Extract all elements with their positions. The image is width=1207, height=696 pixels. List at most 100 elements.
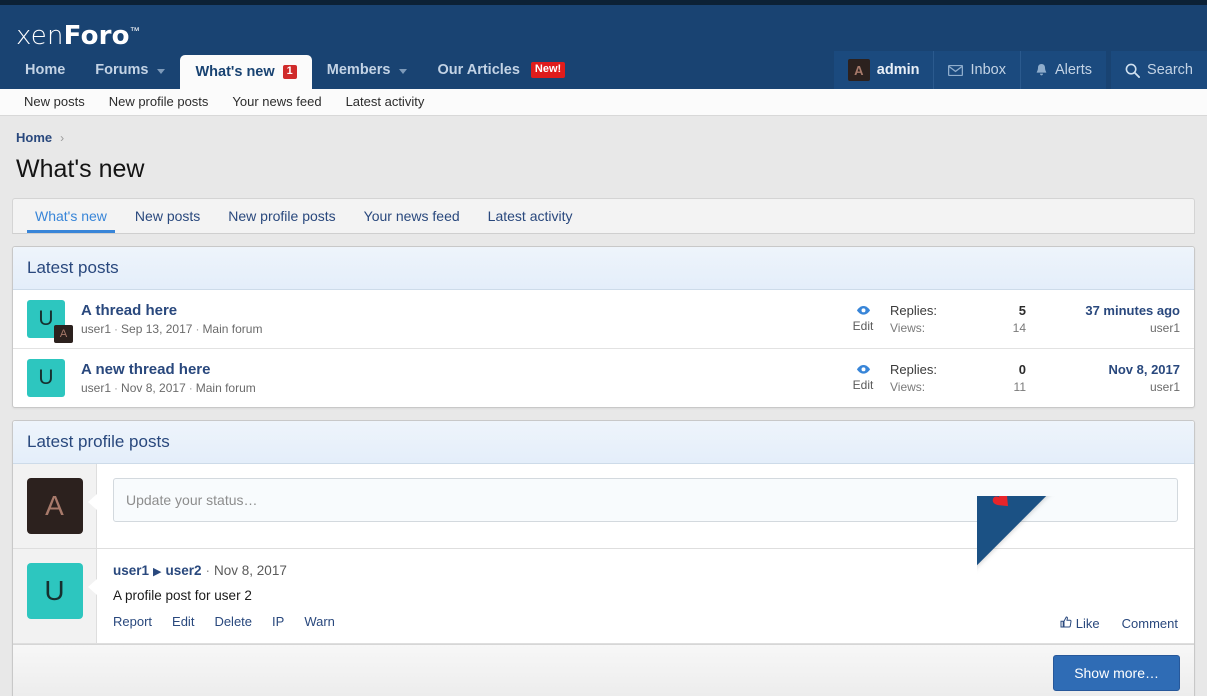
last-post-user[interactable]: user1 <box>1040 380 1180 394</box>
last-post-date[interactable]: Nov 8, 2017 <box>1040 362 1180 377</box>
composer-body <box>97 464 1194 548</box>
edit-link[interactable]: Edit <box>853 378 874 392</box>
delete-link[interactable]: Delete <box>214 614 252 629</box>
eye-icon[interactable] <box>836 305 890 319</box>
avatar: A <box>848 59 870 81</box>
replies-label: Replies: <box>890 362 1014 377</box>
meta-separator: · <box>114 381 118 395</box>
avatar-letter: U <box>38 366 53 390</box>
meta-separator: · <box>114 322 118 336</box>
tab-label: Latest activity <box>488 208 573 224</box>
nav-label-whats-new: What's new <box>195 55 274 89</box>
status-input[interactable] <box>113 478 1178 522</box>
thread-date: Nov 8, 2017 <box>121 381 186 395</box>
thread-last-post: Nov 8, 2017 user1 <box>1040 362 1180 394</box>
edit-link[interactable]: Edit <box>172 614 194 629</box>
edit-link[interactable]: Edit <box>853 319 874 333</box>
views-label: Views: <box>890 380 1014 394</box>
nav-item-account[interactable]: A admin <box>834 51 934 89</box>
subnav-item-your-news-feed[interactable]: Your news feed <box>220 94 333 109</box>
show-more-button[interactable]: Show more… <box>1053 655 1180 691</box>
latest-profile-posts-footer: Show more… <box>13 644 1194 696</box>
arrow-right-icon: ▶ <box>153 566 161 578</box>
nav-right-group: A admin Inbox Alerts <box>829 51 1207 89</box>
warn-link[interactable]: Warn <box>304 614 335 629</box>
avatar[interactable]: U <box>27 563 83 619</box>
thread-last-post: 37 minutes ago user1 <box>1040 303 1180 335</box>
bell-icon <box>1035 63 1048 77</box>
page-title: What's new <box>0 145 1207 198</box>
nav-count-badge: 1 <box>283 65 297 79</box>
profile-post-date: Nov 8, 2017 <box>214 563 287 578</box>
main-navigation: Home Forums What's new 1 Members Our Art… <box>0 51 1207 89</box>
table-row[interactable]: U A new thread here user1·Nov 8, 2017·Ma… <box>13 349 1194 407</box>
page-root: xenForo™ Home Forums What's new 1 Member… <box>0 0 1207 696</box>
speech-notch-icon <box>88 494 97 510</box>
profile-post-to-user[interactable]: user2 <box>166 563 202 578</box>
subnav-item-new-profile-posts[interactable]: New profile posts <box>97 94 221 109</box>
table-row[interactable]: U A A thread here user1·Sep 13, 2017·Mai… <box>13 290 1194 349</box>
thread-author[interactable]: user1 <box>81 322 111 336</box>
replies-value: 5 <box>1013 303 1040 318</box>
tab-label: What's new <box>35 208 107 224</box>
replies-label: Replies: <box>890 303 1013 318</box>
nav-item-search[interactable]: Search <box>1111 51 1207 89</box>
like-button[interactable]: Like <box>1060 616 1100 631</box>
breadcrumb-item-home[interactable]: Home <box>16 130 52 145</box>
latest-profile-posts-header: Latest profile posts <box>13 421 1194 464</box>
tab-your-news-feed[interactable]: Your news feed <box>350 199 474 233</box>
meta-separator: · <box>195 322 199 336</box>
eye-icon[interactable] <box>836 364 890 378</box>
nav-label-forums: Forums <box>95 51 148 89</box>
last-post-date[interactable]: 37 minutes ago <box>1040 303 1180 318</box>
nav-label-our-articles: Our Articles <box>437 51 519 89</box>
chevron-down-icon <box>399 69 407 74</box>
report-link[interactable]: Report <box>113 614 152 629</box>
ip-link[interactable]: IP <box>272 614 284 629</box>
thread-author[interactable]: user1 <box>81 381 111 395</box>
nav-item-home[interactable]: Home <box>10 51 80 89</box>
breadcrumb-separator-icon: › <box>60 131 64 145</box>
nav-item-members[interactable]: Members <box>312 51 423 89</box>
latest-profile-posts-block: Latest profile posts A U user1▶u <box>12 420 1195 696</box>
nav-item-our-articles[interactable]: Our Articles New! <box>422 51 580 89</box>
thread-main: A thread here user1·Sep 13, 2017·Main fo… <box>65 302 836 336</box>
thread-title-link[interactable]: A thread here <box>81 302 177 319</box>
tab-label: Your news feed <box>364 208 460 224</box>
subnav-item-latest-activity[interactable]: Latest activity <box>334 94 437 109</box>
composer-avatar-cell: A <box>13 464 97 548</box>
avatar[interactable]: A <box>27 478 83 534</box>
nav-item-forums[interactable]: Forums <box>80 51 180 89</box>
thread-stats: Replies: 5 Views: 14 <box>890 303 1040 335</box>
thread-main: A new thread here user1·Nov 8, 2017·Main… <box>65 361 836 395</box>
nav-item-inbox[interactable]: Inbox <box>933 51 1019 89</box>
nav-item-whats-new[interactable]: What's new 1 <box>180 55 311 89</box>
logo-text-bold: Foro <box>64 21 130 51</box>
profile-post-header: user1▶user2·Nov 8, 2017 <box>113 563 1178 578</box>
tab-new-posts[interactable]: New posts <box>121 199 214 233</box>
thread-date: Sep 13, 2017 <box>121 322 192 336</box>
thread-forum[interactable]: Main forum <box>196 381 256 395</box>
profile-post-from-user[interactable]: user1 <box>113 563 149 578</box>
nav-label-members: Members <box>327 51 391 89</box>
nav-item-alerts[interactable]: Alerts <box>1020 51 1106 89</box>
tab-new-profile-posts[interactable]: New profile posts <box>214 199 349 233</box>
speech-notch-icon <box>88 579 97 595</box>
like-label: Like <box>1076 616 1100 631</box>
latest-posts-block: Latest posts U A A thread here user1·Sep… <box>12 246 1195 408</box>
subnav-item-new-posts[interactable]: New posts <box>12 94 97 109</box>
avatar[interactable]: U A <box>27 300 65 338</box>
last-post-user[interactable]: user1 <box>1040 321 1180 335</box>
nav-label-inbox: Inbox <box>970 62 1005 78</box>
tab-whats-new[interactable]: What's new <box>21 199 121 233</box>
thread-title-link[interactable]: A new thread here <box>81 361 210 378</box>
tab-latest-activity[interactable]: Latest activity <box>474 199 587 233</box>
thread-forum[interactable]: Main forum <box>202 322 262 336</box>
avatar-letter: A <box>45 490 64 522</box>
nav-new-badge: New! <box>531 62 565 78</box>
comment-button[interactable]: Comment <box>1122 616 1178 631</box>
status-composer-row: A <box>13 464 1194 549</box>
thread-edit-column: Edit <box>836 305 890 333</box>
avatar[interactable]: U <box>27 359 65 397</box>
site-logo[interactable]: xenForo™ <box>0 5 140 51</box>
